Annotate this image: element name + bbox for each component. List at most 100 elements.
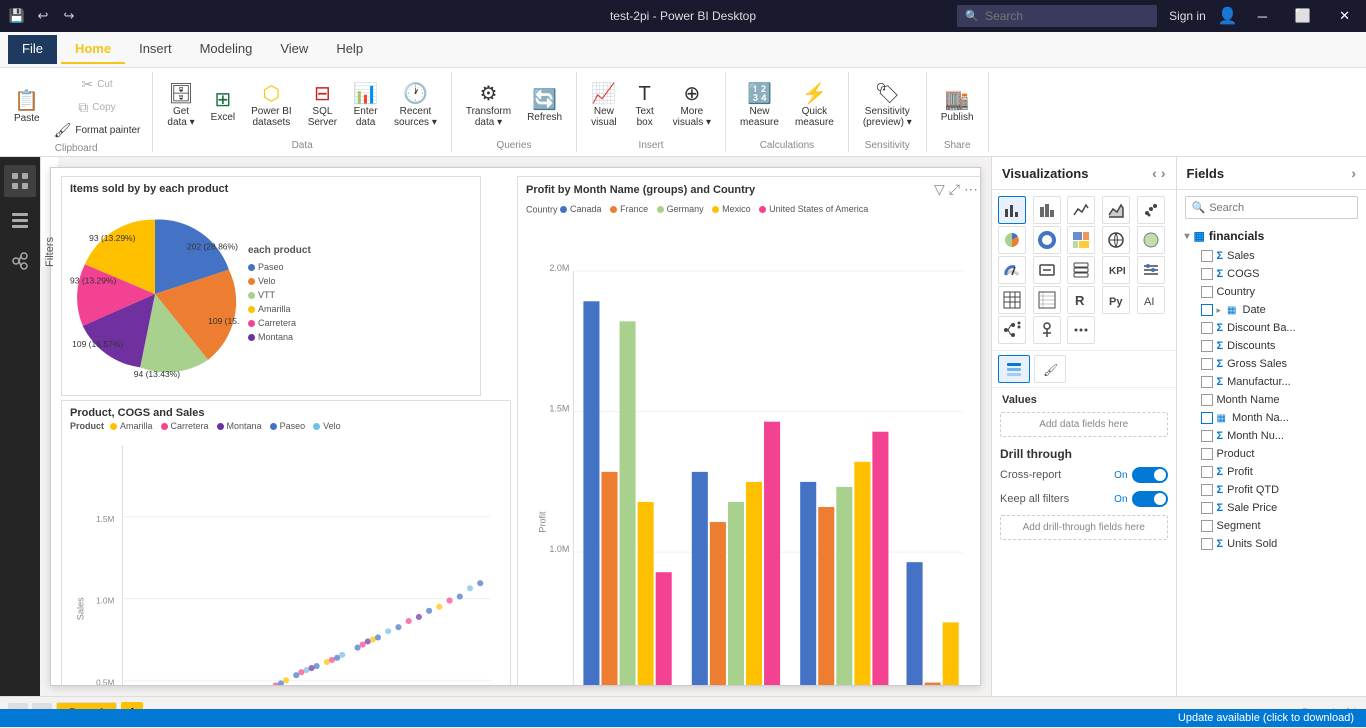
field-item-manufactur[interactable]: Σ Manufactur... (1177, 373, 1366, 391)
field-item-cogs[interactable]: Σ COGS (1177, 265, 1366, 283)
viz-filled-map[interactable] (1137, 226, 1165, 254)
cut-button[interactable]: ✂ Cut (50, 74, 145, 95)
monthnu-checkbox[interactable] (1201, 430, 1213, 442)
manufactur-checkbox[interactable] (1201, 376, 1213, 388)
enter-data-button[interactable]: 📊 Enterdata (347, 74, 384, 138)
format-painter-button[interactable]: 🖌 Format painter (50, 120, 145, 141)
minimize-button[interactable]: ─ (1250, 5, 1275, 28)
text-box-button[interactable]: T Textbox (627, 74, 663, 138)
save-button[interactable]: 💾 (8, 7, 26, 25)
viz-table[interactable] (998, 286, 1026, 314)
grosssales-checkbox[interactable] (1201, 358, 1213, 370)
field-item-country[interactable]: Country (1177, 283, 1366, 301)
expand-icon[interactable]: ⤢ (949, 181, 960, 198)
field-item-month-nu[interactable]: Σ Month Nu... (1177, 427, 1366, 445)
viz-format-tab[interactable]: 🖌 (1034, 355, 1066, 383)
date-expand-icon[interactable]: ▸ (1217, 305, 1222, 316)
field-group-financials-header[interactable]: ▾ ▦ financials (1177, 225, 1366, 247)
tab-modeling[interactable]: Modeling (186, 35, 267, 64)
viz-add-data-field[interactable]: Add data fields here (1000, 412, 1168, 437)
field-item-discount-ba[interactable]: Σ Discount Ba... (1177, 319, 1366, 337)
user-avatar[interactable]: 👤 (1218, 6, 1238, 26)
tab-insert[interactable]: Insert (125, 35, 186, 64)
more-visuals-button[interactable]: ⊕ Morevisuals ▾ (667, 74, 717, 138)
viz-forward-arrow[interactable]: › (1161, 165, 1166, 181)
titlebar-search-input[interactable] (957, 5, 1157, 27)
viz-card[interactable] (1033, 256, 1061, 284)
country-checkbox[interactable] (1201, 286, 1213, 298)
monthna-checkbox[interactable] (1201, 412, 1213, 424)
tab-help[interactable]: Help (322, 35, 377, 64)
date-checkbox[interactable] (1201, 304, 1213, 316)
viz-bar-chart[interactable] (998, 196, 1026, 224)
update-bar[interactable]: Update available (click to download) (0, 709, 1366, 727)
recent-sources-button[interactable]: 🕐 Recentsources ▾ (388, 74, 443, 138)
more-icon[interactable]: ⋯ (964, 181, 978, 198)
field-item-discounts[interactable]: Σ Discounts (1177, 337, 1366, 355)
viz-pie-chart[interactable] (998, 226, 1026, 254)
viz-area-chart[interactable] (1102, 196, 1130, 224)
viz-kpi[interactable]: KPI (1102, 256, 1130, 284)
unitssold-checkbox[interactable] (1201, 538, 1213, 550)
filter-icon[interactable]: ▽ (934, 181, 945, 198)
tab-home[interactable]: Home (61, 35, 125, 64)
cogs-checkbox[interactable] (1201, 268, 1213, 280)
update-text[interactable]: Update available (click to download) (1178, 712, 1354, 724)
viz-back-arrow[interactable]: ‹ (1152, 165, 1157, 181)
sign-in-label[interactable]: Sign in (1169, 9, 1206, 23)
fields-panel-arrow[interactable]: › (1351, 165, 1356, 181)
sales-checkbox[interactable] (1201, 250, 1213, 262)
tab-view[interactable]: View (266, 35, 322, 64)
copy-button[interactable]: ⧉ Copy (50, 97, 145, 118)
profitqtd-checkbox[interactable] (1201, 484, 1213, 496)
viz-matrix[interactable] (1033, 286, 1061, 314)
segment-checkbox[interactable] (1201, 520, 1213, 532)
titlebar-search-wrap[interactable]: 🔍 (957, 5, 1157, 27)
cross-report-toggle[interactable] (1132, 467, 1168, 483)
viz-fields-tab[interactable] (998, 355, 1030, 383)
tab-file[interactable]: File (8, 35, 57, 64)
field-item-profit[interactable]: Σ Profit (1177, 463, 1366, 481)
viz-column-chart[interactable] (1033, 196, 1061, 224)
canvas-area[interactable]: Items sold by by each product (40, 157, 991, 696)
refresh-button[interactable]: 🔄 Refresh (521, 74, 568, 138)
fields-search-box[interactable]: 🔍 (1185, 196, 1358, 219)
new-measure-button[interactable]: 🔢 Newmeasure (734, 74, 785, 138)
sensitivity-button[interactable]: 🏷 Sensitivity(preview) ▾ (857, 74, 918, 138)
viz-multirow-card[interactable] (1067, 256, 1095, 284)
field-item-profit-qtd[interactable]: Σ Profit QTD (1177, 481, 1366, 499)
product-checkbox[interactable] (1201, 448, 1213, 460)
redo-button[interactable]: ↪ (60, 7, 78, 25)
paste-button[interactable]: 📋 Paste (8, 76, 46, 140)
viz-key-influencers[interactable] (1033, 316, 1061, 344)
viz-custom-ai[interactable]: AI (1137, 286, 1165, 314)
viz-tree-map[interactable] (1067, 226, 1095, 254)
new-visual-button[interactable]: 📈 Newvisual (585, 74, 623, 138)
undo-button[interactable]: ↩ (34, 7, 52, 25)
keep-all-filters-toggle[interactable] (1132, 491, 1168, 507)
power-bi-datasets-button[interactable]: ⬡ Power BIdatasets (245, 74, 298, 138)
nav-model-icon[interactable] (4, 245, 36, 277)
saleprice-checkbox[interactable] (1201, 502, 1213, 514)
publish-button[interactable]: 🏬 Publish (935, 74, 980, 138)
monthname-checkbox[interactable] (1201, 394, 1213, 406)
scatter-chart[interactable]: Product, COGS and Sales Product Amarilla… (61, 400, 511, 686)
sql-server-button[interactable]: ⊟ SQLServer (302, 74, 343, 138)
field-item-month-na[interactable]: ▦ Month Na... (1177, 409, 1366, 427)
excel-button[interactable]: ⊞ Excel (205, 74, 241, 138)
get-data-button[interactable]: 🗄 Getdata ▾ (161, 74, 200, 138)
fields-search-input[interactable] (1209, 202, 1351, 214)
viz-line-chart[interactable] (1067, 196, 1095, 224)
field-item-sales[interactable]: Σ Sales (1177, 247, 1366, 265)
restore-button[interactable]: ⬜ (1287, 4, 1319, 28)
viz-decomp-tree[interactable] (998, 316, 1026, 344)
discountba-checkbox[interactable] (1201, 322, 1213, 334)
filters-label[interactable]: Filters (44, 237, 56, 267)
field-item-month-name[interactable]: Month Name (1177, 391, 1366, 409)
field-item-segment[interactable]: Segment (1177, 517, 1366, 535)
close-button[interactable]: ✕ (1331, 4, 1358, 28)
viz-r-visual[interactable]: R (1067, 286, 1095, 314)
nav-report-icon[interactable] (4, 165, 36, 197)
discounts-checkbox[interactable] (1201, 340, 1213, 352)
field-item-gross-sales[interactable]: Σ Gross Sales (1177, 355, 1366, 373)
